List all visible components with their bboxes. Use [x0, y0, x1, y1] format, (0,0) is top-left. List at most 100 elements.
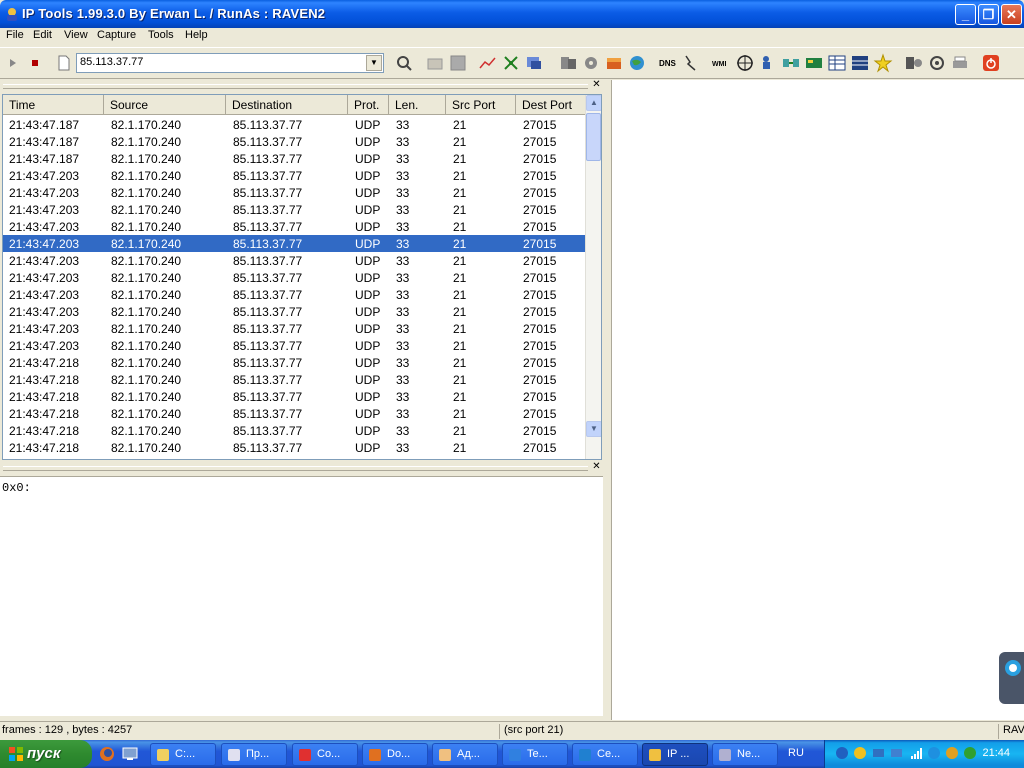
column-src-port[interactable]: Src Port — [446, 95, 516, 115]
address-input[interactable]: 85.113.37.77 ▼ — [76, 53, 384, 73]
scroll-thumb[interactable] — [586, 113, 601, 161]
trace-icon[interactable] — [681, 52, 703, 74]
printer-icon[interactable] — [949, 52, 971, 74]
close-button[interactable]: ✕ — [1001, 4, 1022, 25]
restore-button[interactable]: ❐ — [978, 4, 999, 25]
connections-icon[interactable] — [780, 52, 802, 74]
pane-grip[interactable] — [3, 466, 588, 471]
close-pane-icon[interactable]: ✕ — [591, 462, 602, 473]
column-destination[interactable]: Destination — [226, 95, 348, 115]
table-row[interactable]: 21:43:47.203 82.1.170.240 85.113.37.77 UDP 3… — [3, 337, 587, 354]
menu-view[interactable]: View — [62, 29, 90, 41]
star-icon[interactable] — [872, 52, 894, 74]
taskbar-task[interactable]: Co... — [292, 743, 358, 766]
table-row[interactable]: 21:43:47.218 82.1.170.240 85.113.37.77 UDP 3… — [3, 354, 587, 371]
packet-list[interactable]: Time Source Destination Prot. Len. Src P… — [2, 94, 602, 460]
table-row[interactable]: 21:43:47.218 82.1.170.240 85.113.37.77 UDP 3… — [3, 439, 587, 456]
chevron-down-icon[interactable]: ▼ — [366, 55, 382, 71]
taskbar-task[interactable]: C:... — [150, 743, 216, 766]
table-row[interactable]: 21:43:47.203 82.1.170.240 85.113.37.77 UDP 3… — [3, 286, 587, 303]
computers-icon[interactable] — [557, 52, 579, 74]
user-tray-icon[interactable] — [963, 746, 978, 761]
graph-icon[interactable] — [477, 52, 499, 74]
power-icon[interactable] — [980, 52, 1002, 74]
signal-tray-icon[interactable] — [909, 746, 924, 761]
menu-help[interactable]: Help — [183, 29, 210, 41]
title-bar[interactable]: IP Tools 1.99.3.0 By Erwan L. / RunAs : … — [0, 0, 1024, 28]
search-icon[interactable] — [393, 52, 415, 74]
side-widget[interactable] — [999, 652, 1024, 704]
lan-tray-icon[interactable] — [889, 746, 904, 761]
column-length[interactable]: Len. — [389, 95, 446, 115]
gears-icon[interactable] — [580, 52, 602, 74]
open-folder-icon[interactable] — [424, 52, 446, 74]
stop-icon[interactable] — [24, 52, 46, 74]
close-pane-icon[interactable]: ✕ — [591, 80, 602, 91]
save-icon[interactable] — [447, 52, 469, 74]
wmi-icon[interactable]: WMI — [711, 52, 733, 74]
desktop-icon[interactable] — [121, 745, 139, 763]
taskbar-task[interactable]: Ce... — [572, 743, 638, 766]
language-indicator[interactable]: RU — [788, 747, 804, 759]
grid-icon[interactable] — [849, 52, 871, 74]
table-icon[interactable] — [826, 52, 848, 74]
table-row[interactable]: 21:43:47.203 82.1.170.240 85.113.37.77 UDP 3… — [3, 269, 587, 286]
card-icon[interactable] — [803, 52, 825, 74]
table-row[interactable]: 21:43:47.203 82.1.170.240 85.113.37.77 UDP 3… — [3, 218, 587, 235]
taskbar-task[interactable]: Ад... — [432, 743, 498, 766]
taskbar-task[interactable]: Te... — [502, 743, 568, 766]
scroll-down-icon[interactable]: ▼ — [586, 421, 601, 437]
taskbar-task[interactable]: IP ... — [642, 743, 708, 766]
column-protocol[interactable]: Prot. — [348, 95, 389, 115]
column-dest-port[interactable]: Dest Port — [516, 95, 587, 115]
column-time[interactable]: Time — [3, 95, 104, 115]
detail-pane[interactable] — [611, 80, 1024, 720]
table-row[interactable]: 21:43:47.218 82.1.170.240 85.113.37.77 UDP 3… — [3, 422, 587, 439]
network-settings-icon[interactable] — [926, 52, 948, 74]
scroll-up-icon[interactable]: ▲ — [586, 95, 601, 111]
column-source[interactable]: Source — [104, 95, 226, 115]
taskbar-task[interactable]: Ne... — [712, 743, 778, 766]
table-row[interactable]: 21:43:47.187 82.1.170.240 85.113.37.77 UDP 3… — [3, 150, 587, 167]
start-button[interactable]: пуск — [0, 740, 92, 768]
menu-capture[interactable]: Capture — [95, 29, 138, 41]
table-row[interactable]: 21:43:47.203 82.1.170.240 85.113.37.77 UDP 3… — [3, 234, 588, 253]
table-row[interactable]: 21:43:47.187 82.1.170.240 85.113.37.77 UDP 3… — [3, 133, 587, 150]
menu-file[interactable]: File — [4, 29, 26, 41]
menu-edit[interactable]: Edit — [31, 29, 54, 41]
table-row[interactable]: 21:43:47.203 82.1.170.240 85.113.37.77 UDP 3… — [3, 252, 587, 269]
network-tray-icon[interactable] — [835, 746, 850, 761]
pane-grip[interactable] — [3, 84, 588, 89]
taskbar-task[interactable]: Do... — [362, 743, 428, 766]
dns-icon[interactable]: DNS — [657, 52, 679, 74]
table-row[interactable]: 21:43:47.203 82.1.170.240 85.113.37.77 UDP 3… — [3, 201, 587, 218]
minimize-button[interactable]: _ — [955, 4, 976, 25]
table-row[interactable]: 21:43:47.203 82.1.170.240 85.113.37.77 UDP 3… — [3, 167, 587, 184]
crosshair-icon[interactable] — [734, 52, 756, 74]
table-row[interactable]: 21:43:47.203 82.1.170.240 85.113.37.77 UDP 3… — [3, 303, 587, 320]
window-icon[interactable] — [523, 52, 545, 74]
teamviewer-tray-icon[interactable] — [927, 746, 942, 761]
table-row[interactable]: 21:43:47.187 82.1.170.240 85.113.37.77 UDP 3… — [3, 116, 587, 133]
table-row[interactable]: 21:43:47.218 82.1.170.240 85.113.37.77 UDP 3… — [3, 371, 587, 388]
shield-tray-icon[interactable] — [945, 746, 960, 761]
table-row[interactable]: 21:43:47.203 82.1.170.240 85.113.37.77 UDP 3… — [3, 320, 587, 337]
messenger-tray-icon[interactable] — [853, 746, 868, 761]
packet-scrollbar[interactable]: ▲ ▼ — [585, 95, 601, 459]
menu-tools[interactable]: Tools — [146, 29, 176, 41]
hex-view[interactable]: 0x0: — [0, 476, 603, 716]
new-document-icon[interactable] — [53, 52, 75, 74]
package-icon[interactable] — [603, 52, 625, 74]
clock[interactable]: 21:44 — [982, 747, 1010, 759]
table-row[interactable]: 21:43:47.203 82.1.170.240 85.113.37.77 UDP 3… — [3, 184, 587, 201]
taskbar-task[interactable]: Пр... — [221, 743, 287, 766]
monitor-tray-icon[interactable] — [871, 746, 886, 761]
table-row[interactable]: 21:43:47.218 82.1.170.240 85.113.37.77 UDP 3… — [3, 388, 587, 405]
globe-icon[interactable] — [626, 52, 648, 74]
firefox-icon[interactable] — [98, 745, 116, 763]
network-icon[interactable] — [500, 52, 522, 74]
play-icon[interactable] — [2, 52, 24, 74]
settings-user-icon[interactable] — [903, 52, 925, 74]
users-icon[interactable] — [757, 52, 779, 74]
table-row[interactable]: 21:43:47.218 82.1.170.240 85.113.37.77 UDP 3… — [3, 405, 587, 422]
